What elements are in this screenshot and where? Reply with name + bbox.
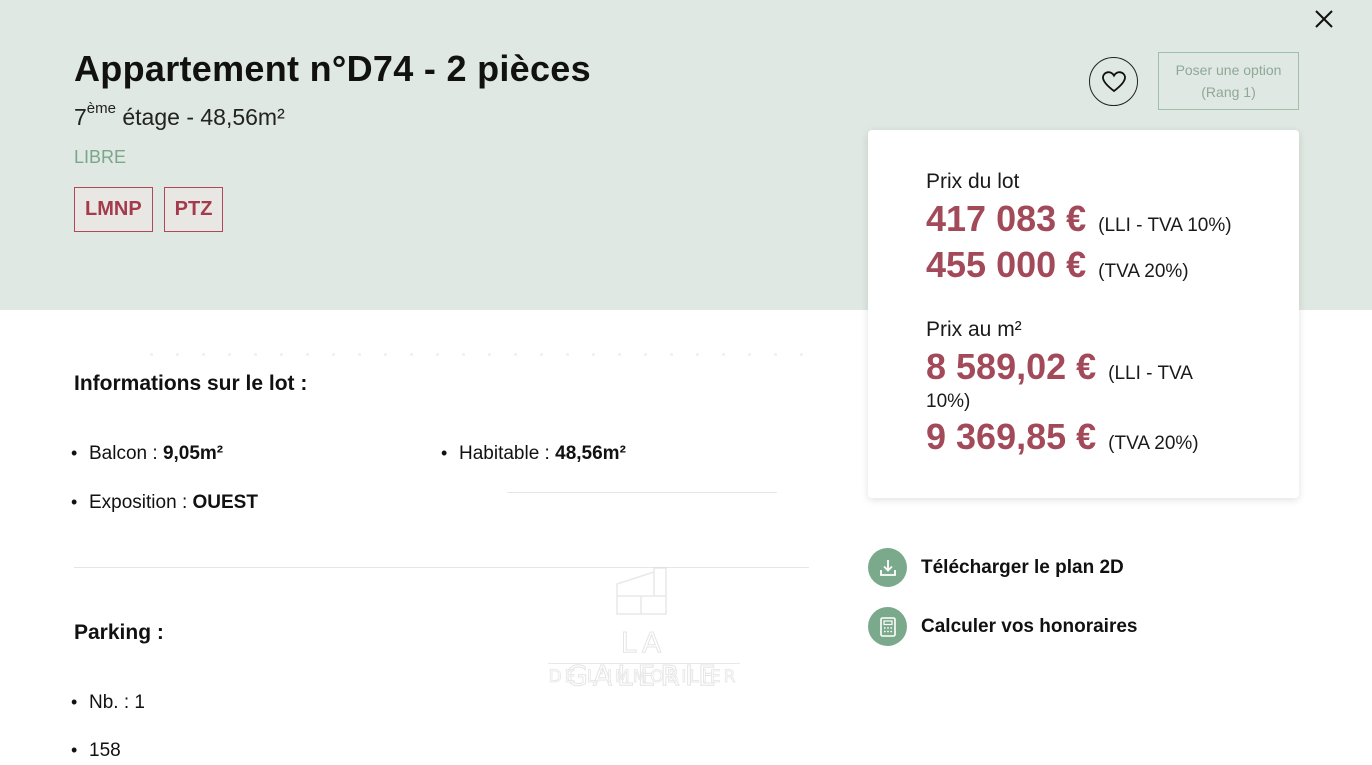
m2-price-amount: 9 369,85 €: [926, 416, 1097, 457]
favorite-button[interactable]: [1089, 57, 1138, 106]
info-item-label: Balcon :: [89, 443, 163, 464]
download-plan-button[interactable]: Télécharger le plan 2D: [868, 548, 1124, 587]
price-card: Prix du lot 417 083 € (LLI - TVA 10%) 455…: [868, 130, 1299, 498]
status-badge: LIBRE: [74, 147, 127, 167]
m2-price-row: 9 369,85 € (TVA 20%): [926, 416, 1199, 458]
info-item-living-area: Habitable : 48,56m²: [441, 443, 626, 465]
parking-item: 158: [71, 740, 121, 762]
divider: [507, 492, 777, 493]
calculator-icon[interactable]: [868, 607, 907, 646]
watermark-line2: DE L'IMMOBILIER: [548, 667, 739, 688]
tag-lmnp: LMNP: [74, 187, 153, 232]
download-plan-label[interactable]: Télécharger le plan 2D: [921, 557, 1124, 579]
page-title: Appartement n°D74 - 2 pièces: [74, 48, 591, 89]
floor-number: 7: [74, 104, 87, 130]
tag-list: LMNP PTZ: [74, 187, 224, 232]
lot-subtitle: 7ème étage - 48,56m²: [74, 100, 285, 131]
floor-area: étage - 48,56m²: [115, 104, 285, 130]
lot-price-amount: 455 000 €: [926, 244, 1087, 285]
parking-section-title: Parking :: [74, 621, 164, 644]
lot-price-label: Prix du lot: [926, 170, 1020, 193]
info-item-exposure: Exposition : OUEST: [71, 492, 258, 514]
watermark-rule: [548, 663, 740, 664]
fee-calculator-label[interactable]: Calculer vos honoraires: [921, 616, 1137, 638]
fee-calculator-button[interactable]: Calculer vos honoraires: [868, 607, 1137, 646]
lot-price-note: (TVA 20%): [1098, 261, 1189, 282]
option-button[interactable]: Poser une option (Rang 1): [1158, 52, 1299, 110]
m2-price-amount: 8 589,02 €: [926, 346, 1097, 387]
lot-price-amount: 417 083 €: [926, 198, 1087, 239]
floor-suffix: ème: [86, 100, 116, 117]
info-item-value: OUEST: [192, 492, 258, 513]
decorative-dots: [150, 353, 803, 356]
info-item-value: 9,05m²: [162, 443, 224, 464]
info-section-title: Informations sur le lot :: [74, 372, 308, 395]
parking-item: Nb. : 1: [71, 692, 145, 714]
building-logo-icon: [616, 567, 667, 615]
info-item-balcony: Balcon : 9,05m²: [71, 443, 224, 465]
info-item-label: Exposition :: [89, 492, 193, 513]
lot-price-row: 455 000 € (TVA 20%): [926, 244, 1189, 286]
option-button-label: Poser une option: [1175, 62, 1282, 78]
m2-price-label: Prix au m²: [926, 318, 1022, 341]
close-icon[interactable]: [1311, 6, 1337, 32]
info-item-value: 48,56m²: [555, 443, 626, 464]
m2-price-note-wrap: 10%): [926, 391, 971, 412]
brand-watermark: LA GALERIE DE L'IMMOBILIER: [546, 566, 746, 693]
m2-price-note: (LLI - TVA: [1108, 363, 1193, 384]
info-item-label: Habitable :: [459, 443, 556, 464]
heart-icon: [1101, 70, 1126, 92]
download-icon[interactable]: [868, 548, 907, 587]
tag-ptz: PTZ: [163, 187, 224, 232]
m2-price-note: (TVA 20%): [1108, 433, 1199, 454]
m2-price-row: 8 589,02 € (LLI - TVA: [926, 346, 1193, 388]
option-button-rank: (Rang 1): [1201, 84, 1256, 100]
lot-price-note: (LLI - TVA 10%): [1098, 215, 1232, 236]
close-button[interactable]: [1311, 6, 1337, 32]
lot-price-row: 417 083 € (LLI - TVA 10%): [926, 198, 1232, 240]
